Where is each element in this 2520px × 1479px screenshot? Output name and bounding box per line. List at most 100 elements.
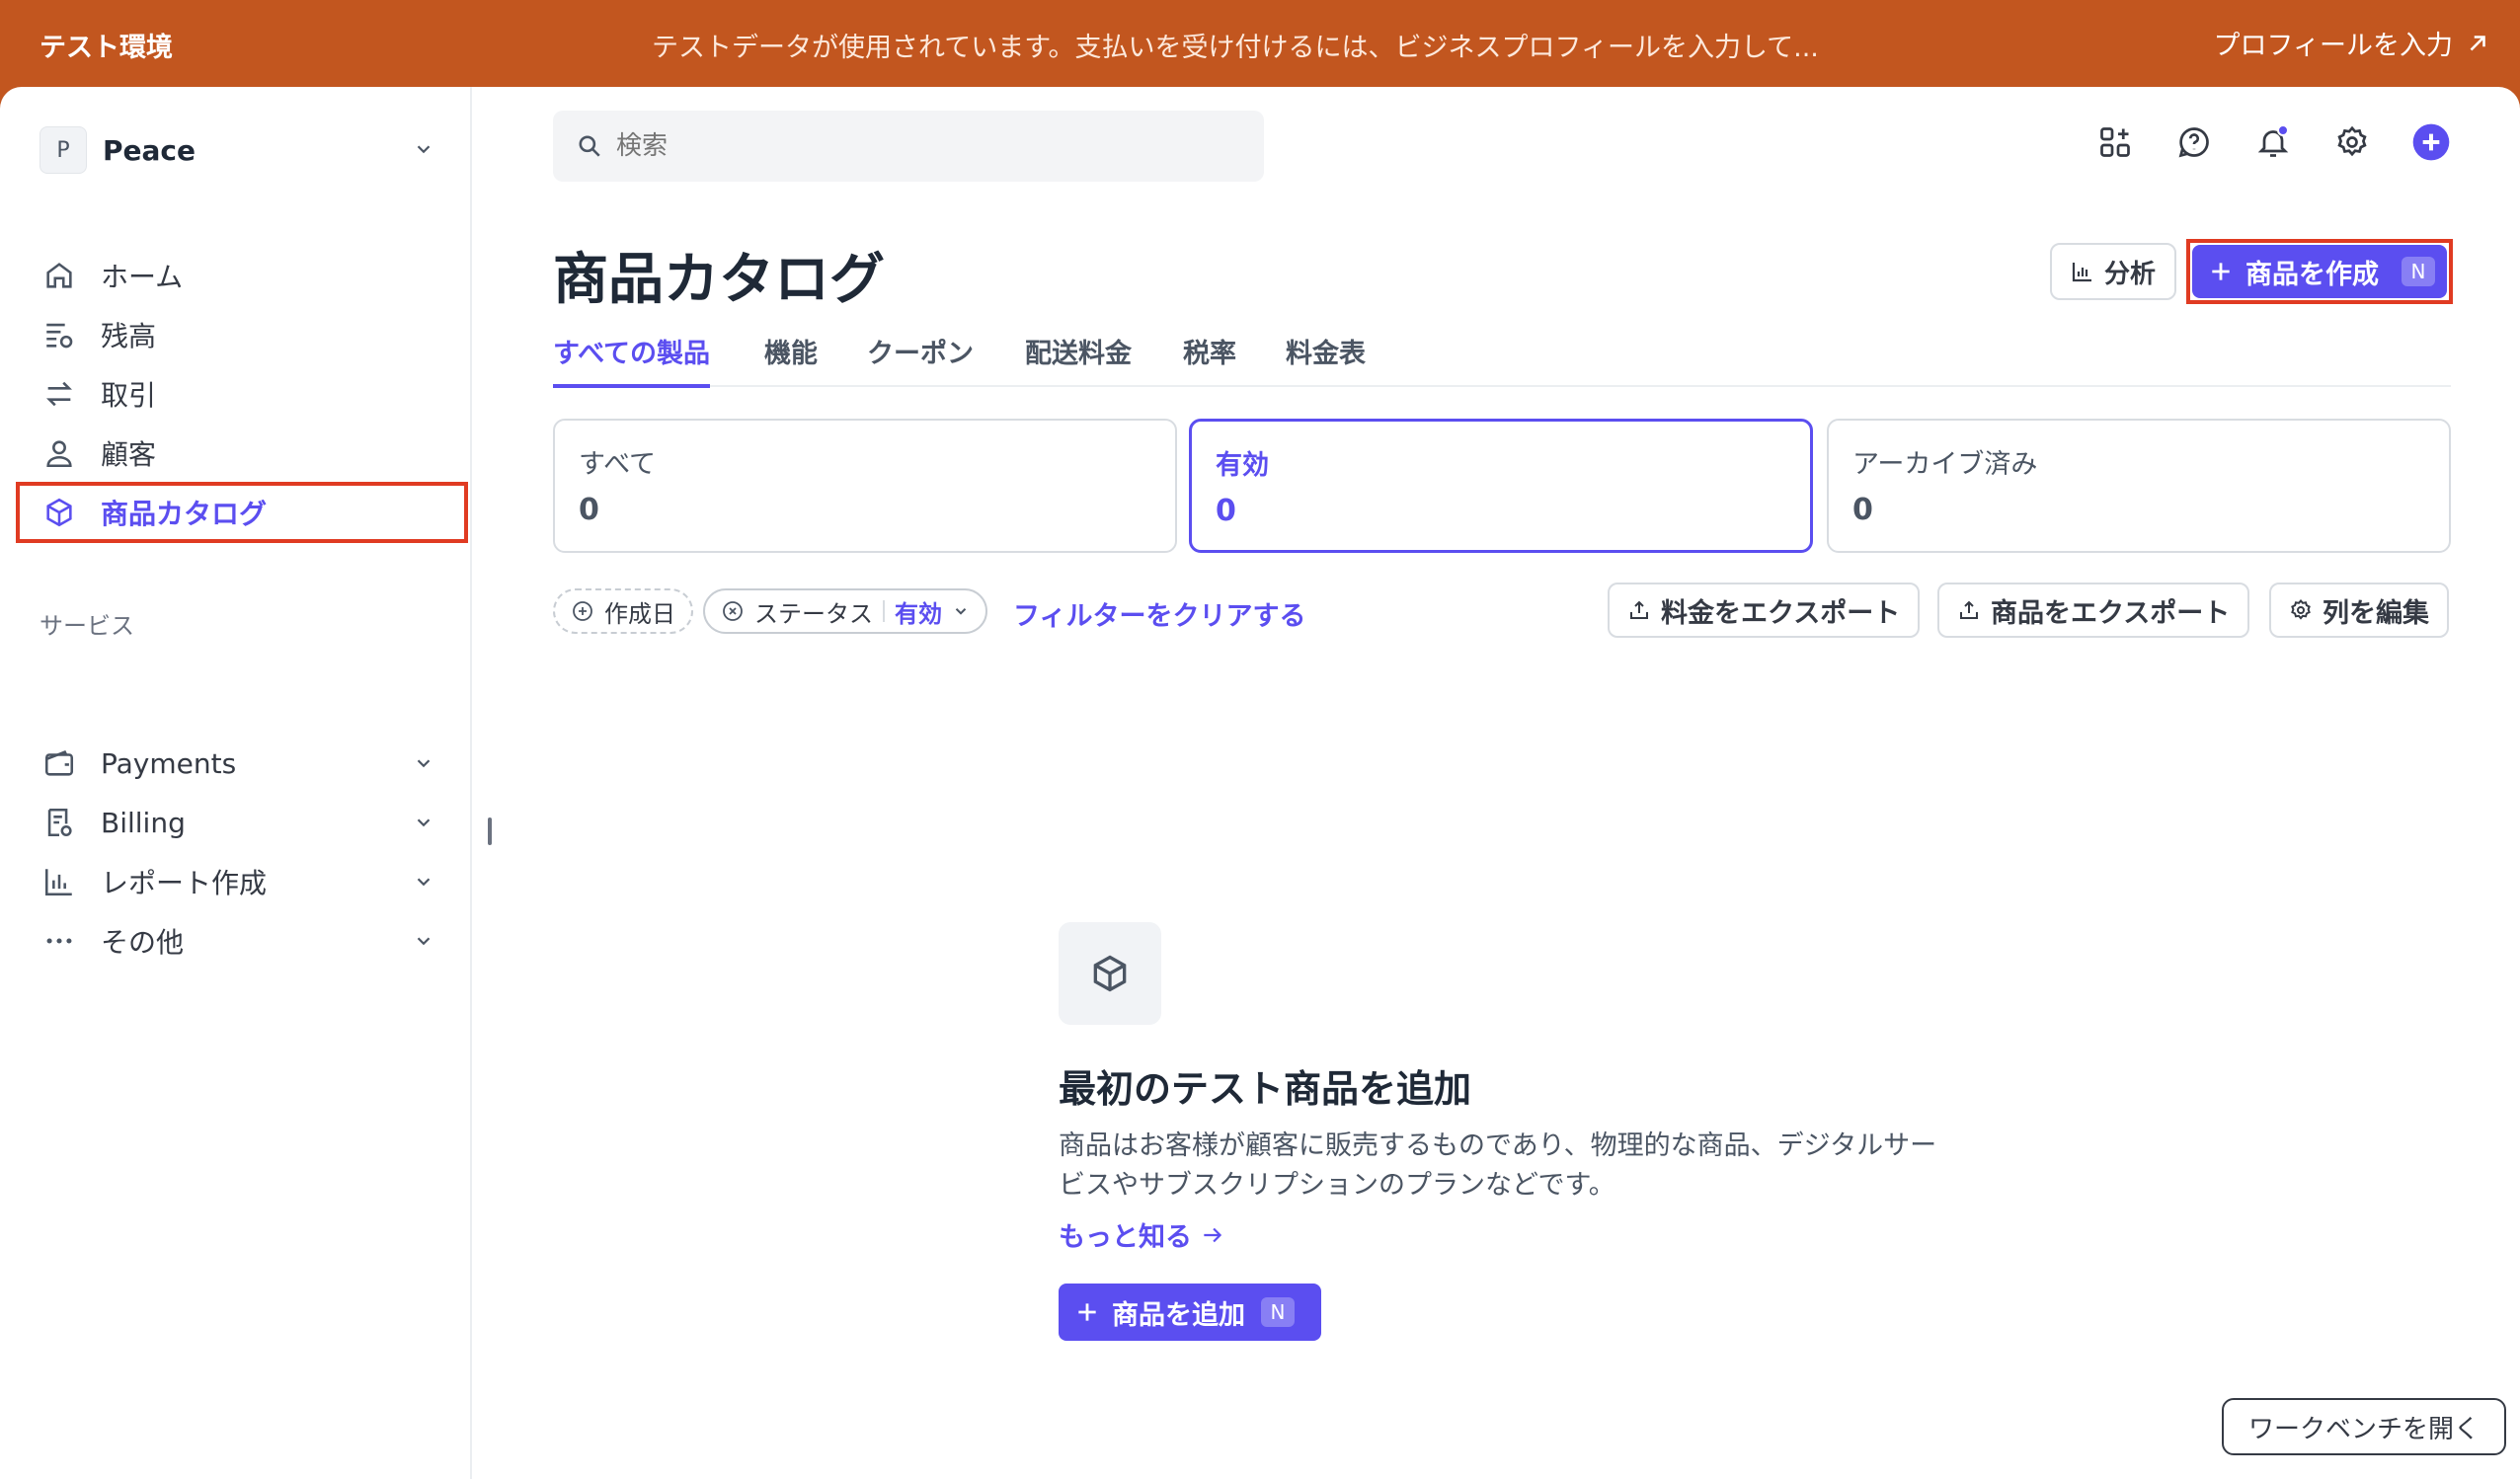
sidebar-item-billing[interactable]: Billing [39, 798, 434, 847]
chevron-down-icon [417, 759, 431, 768]
sidebar-item-reports[interactable]: レポート作成 [39, 857, 434, 906]
wallet-icon [39, 743, 79, 783]
open-workbench-button[interactable]: ワークベンチを開く [2222, 1398, 2506, 1455]
search-input[interactable] [616, 131, 1209, 161]
created-filter-label: 作成日 [604, 599, 675, 628]
plus-circle-icon [573, 601, 592, 621]
shortcut-badge: N [1261, 1297, 1295, 1327]
sidebar-item-label: Payments [101, 746, 237, 780]
clear-filters-link[interactable]: フィルターをクリアする [1013, 594, 1305, 633]
empty-state-title: 最初のテスト商品を追加 [1059, 1067, 1472, 1111]
home-icon [39, 256, 79, 295]
account-avatar: P [39, 126, 87, 174]
transactions-icon [39, 374, 79, 414]
sidebar-item-label: Billing [101, 806, 186, 839]
status-card-all[interactable]: すべて 0 [553, 419, 1177, 553]
export-products-label: 商品をエクスポート [1991, 597, 2231, 629]
customer-icon [39, 433, 79, 473]
chevron-down-icon [417, 818, 431, 827]
sidebar-item-label: レポート作成 [101, 867, 268, 899]
profile-link[interactable]: プロフィールを入力 [2214, 24, 2490, 62]
status-card-count: 0 [1852, 493, 1873, 527]
chart-icon [39, 862, 79, 901]
filter-bar: 作成日 ステータス 有効 フィルターをクリアする 料金をエクスポート 商品をエク… [553, 581, 2451, 640]
sidebar-item-label: その他 [101, 926, 185, 959]
analytics-button[interactable]: 分析 [2050, 243, 2176, 300]
add-product-button[interactable]: 商品を追加 N [1059, 1284, 1321, 1341]
tab-features[interactable]: 機能 [764, 332, 818, 384]
export-prices-label: 料金をエクスポート [1661, 597, 1901, 629]
catalog-tabs: すべての製品 機能 クーポン 配送料金 税率 料金表 [553, 332, 2451, 388]
arrow-right-icon [1204, 1227, 1222, 1242]
sidebar-item-transactions[interactable]: 取引 [39, 369, 434, 419]
help-icon[interactable] [2174, 122, 2214, 162]
status-filter-label: ステータス [754, 599, 873, 628]
notification-dot [2277, 124, 2289, 136]
account-name: Peace [103, 133, 196, 167]
status-card-archived[interactable]: アーカイブ済み 0 [1827, 419, 2451, 553]
created-date-filter[interactable]: 作成日 [553, 588, 693, 634]
tab-all-products[interactable]: すべての製品 [553, 332, 711, 388]
tab-shipping-rates[interactable]: 配送料金 [1025, 332, 1132, 384]
main-content: 商品カタログ 分析 商品を作成 N すべての製品 機能 クーポン 配送料金 税率… [553, 87, 2453, 1479]
export-prices-button[interactable]: 料金をエクスポート [1608, 583, 1921, 638]
bar-chart-icon [2072, 263, 2091, 282]
analytics-label: 分析 [2103, 259, 2156, 289]
add-product-label: 商品を追加 [1112, 1299, 1245, 1331]
divider [883, 600, 885, 622]
search-bar[interactable] [553, 111, 1264, 182]
sidebar-item-payments[interactable]: Payments [39, 739, 434, 788]
gear-icon [2291, 598, 2311, 620]
create-plus-icon[interactable] [2411, 122, 2451, 162]
app-window: P Peace ホーム 残高 取引 顧客 商品カタログ サービス Payment… [0, 87, 2520, 1479]
edit-columns-label: 列を編集 [2323, 597, 2429, 629]
more-icon [39, 921, 79, 961]
arrow-up-right-icon [2470, 35, 2485, 50]
profile-link-label: プロフィールを入力 [2213, 31, 2453, 61]
sidebar-item-label: 取引 [101, 379, 157, 412]
export-icon [1960, 600, 1978, 619]
status-card-active[interactable]: 有効 0 [1189, 419, 1813, 553]
export-products-button[interactable]: 商品をエクスポート [1937, 583, 2250, 638]
sidebar-resize-handle[interactable] [488, 817, 492, 845]
sidebar-item-balance[interactable]: 残高 [39, 310, 434, 359]
banner-message: テストデータが使用されています。支払いを受け付けるには、ビジネスプロフィールを入… [652, 33, 1819, 63]
edit-columns-button[interactable]: 列を編集 [2269, 583, 2449, 638]
sidebar-item-customers[interactable]: 顧客 [39, 428, 434, 478]
status-card-label: すべて [579, 449, 657, 480]
plus-icon [1078, 1303, 1096, 1321]
sidebar-item-label: 顧客 [101, 438, 157, 471]
sidebar-item-more[interactable]: その他 [39, 916, 434, 966]
settings-gear-icon[interactable] [2332, 122, 2372, 162]
chevron-down-icon [955, 608, 967, 615]
status-filter-value: 有効 [895, 599, 942, 628]
empty-state: 最初のテスト商品を追加 商品はお客様が顧客に販売するものであり、物理的な商品、デ… [1059, 922, 1967, 1341]
test-mode-banner: テスト環境 テストデータが使用されています。支払いを受け付けるには、ビジネスプロ… [0, 0, 2520, 87]
env-label: テスト環境 [39, 33, 173, 63]
account-switcher[interactable]: P Peace [39, 124, 434, 176]
balance-icon [39, 315, 79, 354]
page-title: 商品カタログ [553, 248, 885, 312]
status-filter[interactable]: ステータス 有効 [703, 588, 987, 634]
status-card-label: アーカイブ済み [1852, 449, 2038, 480]
tab-pricing-tables[interactable]: 料金表 [1286, 332, 1366, 384]
learn-more-link[interactable]: もっと知る [1059, 1215, 1967, 1254]
learn-more-label: もっと知る [1059, 1222, 1192, 1253]
sidebar-item-label: ホーム [101, 261, 184, 293]
tab-tax-rates[interactable]: 税率 [1183, 332, 1236, 384]
chevron-down-icon [417, 145, 431, 154]
sidebar-item-home[interactable]: ホーム [39, 251, 434, 300]
apps-icon[interactable] [2095, 122, 2135, 162]
sidebar: P Peace ホーム 残高 取引 顧客 商品カタログ サービス Payment… [0, 87, 472, 1479]
export-icon [1630, 600, 1648, 619]
notifications-bell-icon[interactable] [2253, 122, 2293, 162]
search-icon [579, 135, 600, 157]
empty-state-description: 商品はお客様が顧客に販売するものであり、物理的な商品、デジタルサービスやサブスク… [1059, 1130, 1937, 1201]
highlight-annotation [2186, 239, 2453, 304]
status-card-count: 0 [1216, 494, 1236, 528]
status-card-label: 有効 [1216, 450, 1269, 481]
top-toolbar [2095, 122, 2451, 162]
tab-coupons[interactable]: クーポン [867, 332, 974, 384]
box-icon [1059, 922, 1161, 1025]
services-section-label: サービス [39, 612, 134, 640]
